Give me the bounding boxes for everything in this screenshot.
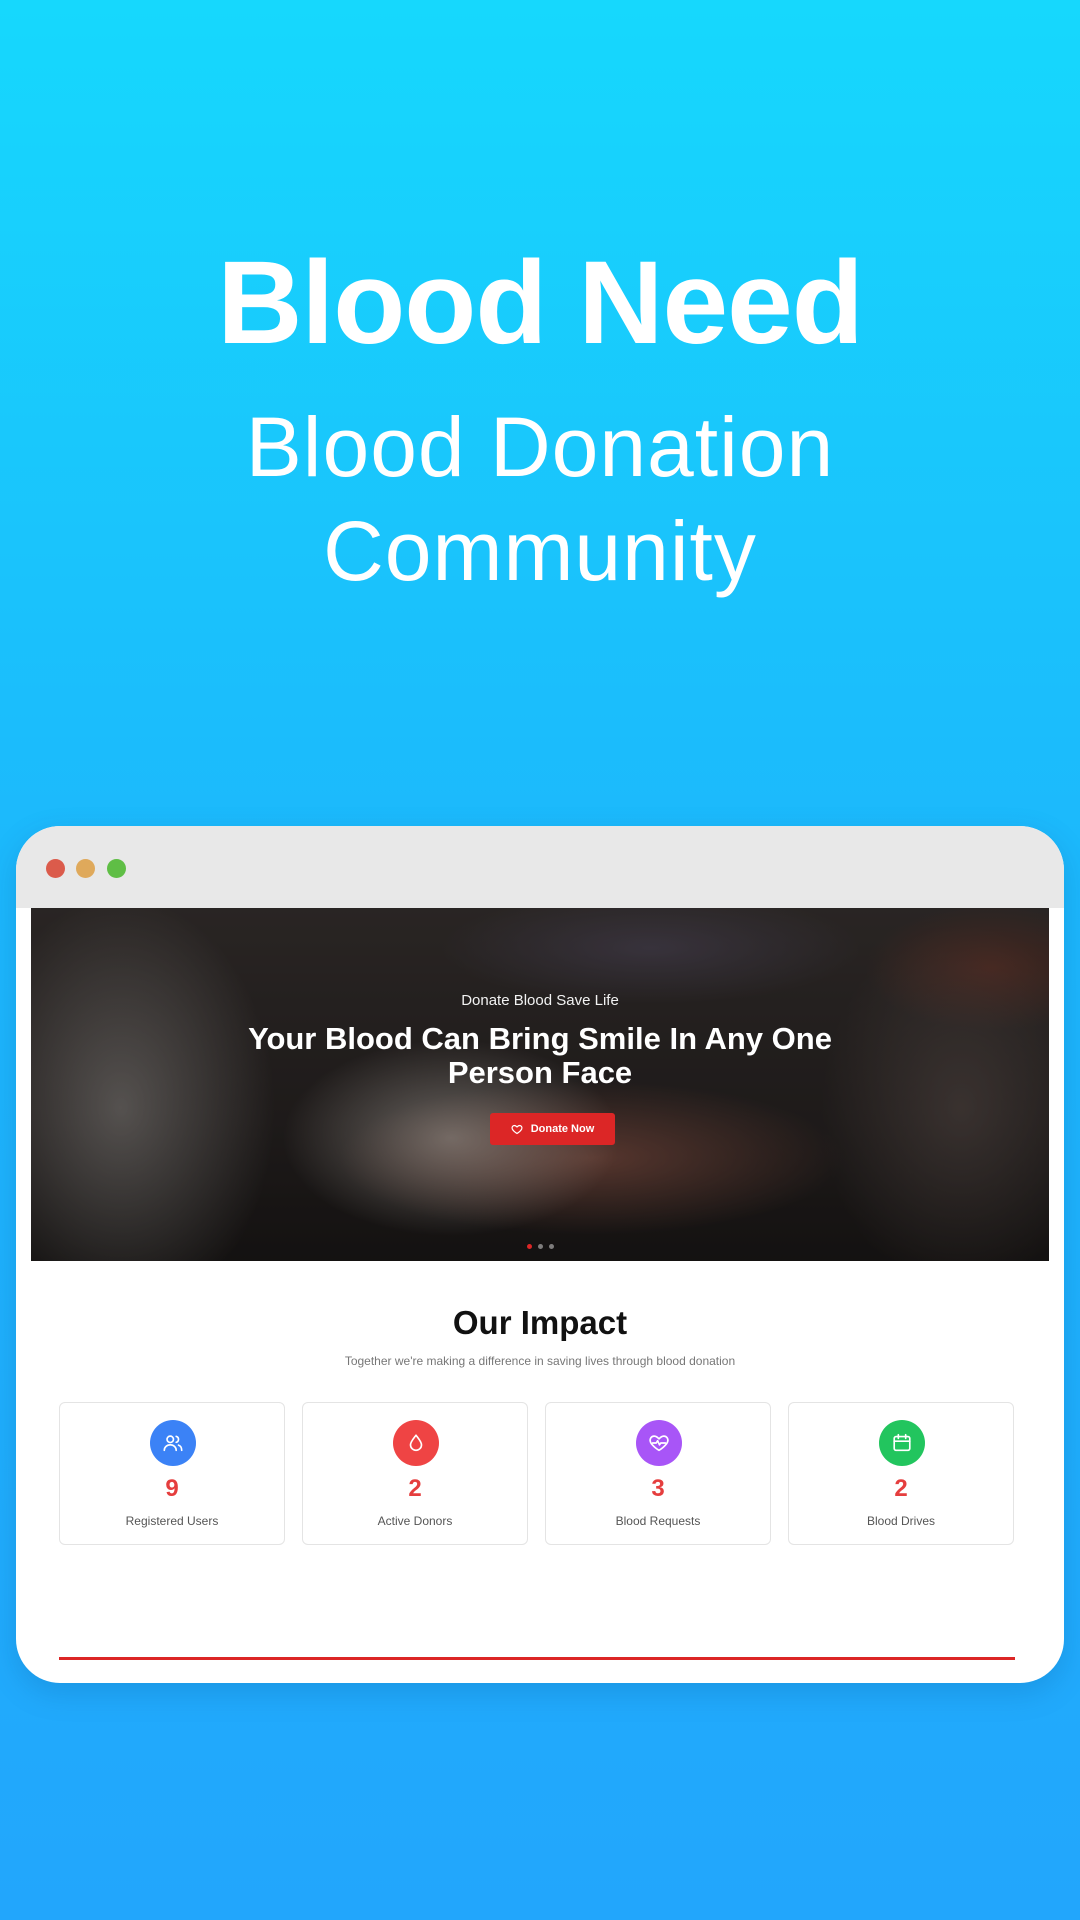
impact-subtitle: Together we're making a difference in sa… (344, 1354, 736, 1368)
stat-card-blood-drives: 2 Blood Drives (788, 1402, 1014, 1545)
blood-drop-icon (393, 1420, 439, 1466)
heart-pulse-icon (636, 1420, 682, 1466)
stat-label: Active Donors (377, 1514, 453, 1528)
stat-label: Registered Users (125, 1514, 219, 1528)
slide-dot[interactable] (549, 1244, 554, 1249)
footer-divider (59, 1657, 1015, 1660)
slide-indicator (527, 1244, 554, 1249)
close-window-dot[interactable] (46, 859, 65, 878)
browser-window: Donate Blood Save Life Your Blood Can Br… (16, 826, 1064, 1683)
heart-icon (511, 1124, 523, 1135)
maximize-window-dot[interactable] (107, 859, 126, 878)
stat-value: 9 (165, 1475, 179, 1502)
stat-card-blood-requests: 3 Blood Requests (545, 1402, 771, 1545)
minimize-window-dot[interactable] (76, 859, 95, 878)
stat-value: 3 (651, 1475, 665, 1502)
calendar-icon (879, 1420, 925, 1466)
window-titlebar (16, 826, 1064, 908)
stat-value: 2 (408, 1475, 422, 1502)
hero-banner: Donate Blood Save Life Your Blood Can Br… (31, 908, 1049, 1261)
stat-card-registered-users: 9 Registered Users (59, 1402, 285, 1545)
slide-dot[interactable] (538, 1244, 543, 1249)
donate-now-button[interactable]: Donate Now (490, 1113, 615, 1145)
stat-card-active-donors: 2 Active Donors (302, 1402, 528, 1545)
hero-headline: Your Blood Can Bring Smile In Any One Pe… (248, 1021, 832, 1090)
donate-now-label: Donate Now (530, 1123, 595, 1135)
promo-title: Blood Need (217, 237, 864, 369)
impact-title: Our Impact (452, 1304, 628, 1341)
stat-value: 2 (894, 1475, 908, 1502)
stat-label: Blood Requests (615, 1514, 701, 1528)
stat-label: Blood Drives (866, 1514, 936, 1528)
promo-subtitle: Blood Donation Community (245, 400, 835, 598)
users-icon (150, 1420, 196, 1466)
slide-dot[interactable] (527, 1244, 532, 1249)
hero-tagline: Donate Blood Save Life (461, 992, 619, 1009)
